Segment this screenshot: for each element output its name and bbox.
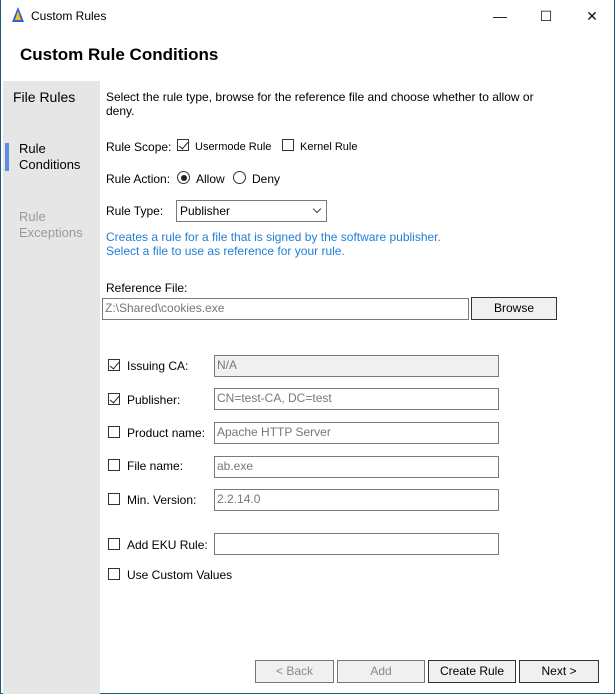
product-name-input[interactable]: Apache HTTP Server — [214, 422, 499, 444]
allow-label: Allow — [196, 172, 225, 186]
sidebar-item-file-rules[interactable]: File Rules — [13, 89, 75, 105]
publisher-checkbox[interactable] — [108, 393, 120, 405]
usermode-rule-label: Usermode Rule — [195, 141, 272, 153]
reference-file-input[interactable]: Z:\Shared\cookies.exe — [102, 298, 469, 320]
use-custom-values-label: Use Custom Values — [127, 568, 233, 582]
title-bar: Custom Rules — ☐ ✕ — [1, 0, 614, 32]
chevron-down-icon — [312, 204, 322, 214]
deny-radio[interactable] — [233, 171, 246, 184]
min-version-checkbox[interactable] — [108, 493, 120, 505]
back-button[interactable]: < Back — [255, 660, 334, 683]
active-indicator — [5, 143, 9, 171]
issuing-ca-checkbox[interactable] — [108, 359, 120, 371]
add-eku-rule-checkbox[interactable] — [108, 538, 120, 550]
next-button[interactable]: Next > — [519, 660, 599, 683]
product-name-checkbox[interactable] — [108, 426, 120, 438]
sidebar-item-rule-conditions[interactable]: Rule Conditions — [19, 141, 89, 173]
description: Select the rule type, browse for the ref… — [106, 90, 534, 118]
kernel-rule-checkbox[interactable] — [282, 139, 294, 151]
file-name-input[interactable]: ab.exe — [214, 456, 499, 478]
hint-line-2: Select a file to use as reference for yo… — [106, 244, 345, 258]
sidebar: File Rules Rule Conditions Rule Exceptio… — [3, 81, 100, 694]
sidebar-item-rule-exceptions[interactable]: Rule Exceptions — [19, 209, 89, 241]
product-name-label: Product name: — [127, 426, 206, 440]
rule-type-value: Publisher — [180, 204, 231, 218]
publisher-input[interactable]: CN=test-CA, DC=test — [214, 388, 499, 410]
reference-file-label: Reference File: — [106, 281, 188, 295]
min-version-input[interactable]: 2.2.14.0 — [214, 489, 499, 511]
issuing-ca-label: Issuing CA: — [127, 359, 189, 373]
maximize-button[interactable]: ☐ — [523, 0, 569, 32]
rule-type-dropdown[interactable]: Publisher — [176, 200, 327, 222]
browse-button[interactable]: Browse — [471, 297, 557, 320]
rule-action-label: Rule Action: — [106, 172, 171, 186]
add-eku-rule-label: Add EKU Rule: — [127, 538, 208, 552]
allow-radio[interactable] — [177, 171, 190, 184]
rule-type-label: Rule Type: — [106, 204, 164, 218]
file-name-label: File name: — [127, 459, 184, 473]
window-title: Custom Rules — [31, 9, 107, 23]
page-title: Custom Rule Conditions — [20, 45, 219, 64]
publisher-label: Publisher: — [127, 393, 181, 407]
issuing-ca-input[interactable]: N/A — [214, 355, 499, 377]
create-rule-button[interactable]: Create Rule — [428, 660, 516, 683]
hint-line-1: Creates a rule for a file that is signed… — [106, 230, 441, 244]
eku-rule-input[interactable] — [214, 533, 499, 555]
min-version-label: Min. Version: — [127, 493, 197, 507]
usermode-rule-checkbox[interactable] — [177, 139, 189, 151]
kernel-rule-label: Kernel Rule — [300, 141, 358, 153]
deny-label: Deny — [252, 172, 281, 186]
rule-scope-label: Rule Scope: — [106, 140, 172, 154]
minimize-button[interactable]: — — [477, 0, 523, 32]
file-name-checkbox[interactable] — [108, 459, 120, 471]
add-button[interactable]: Add — [337, 660, 425, 683]
close-button[interactable]: ✕ — [569, 0, 615, 32]
app-icon — [12, 7, 24, 22]
use-custom-values-checkbox[interactable] — [108, 568, 120, 580]
custom-rules-window: Custom Rules — ☐ ✕ Custom Rule Condition… — [0, 0, 615, 694]
